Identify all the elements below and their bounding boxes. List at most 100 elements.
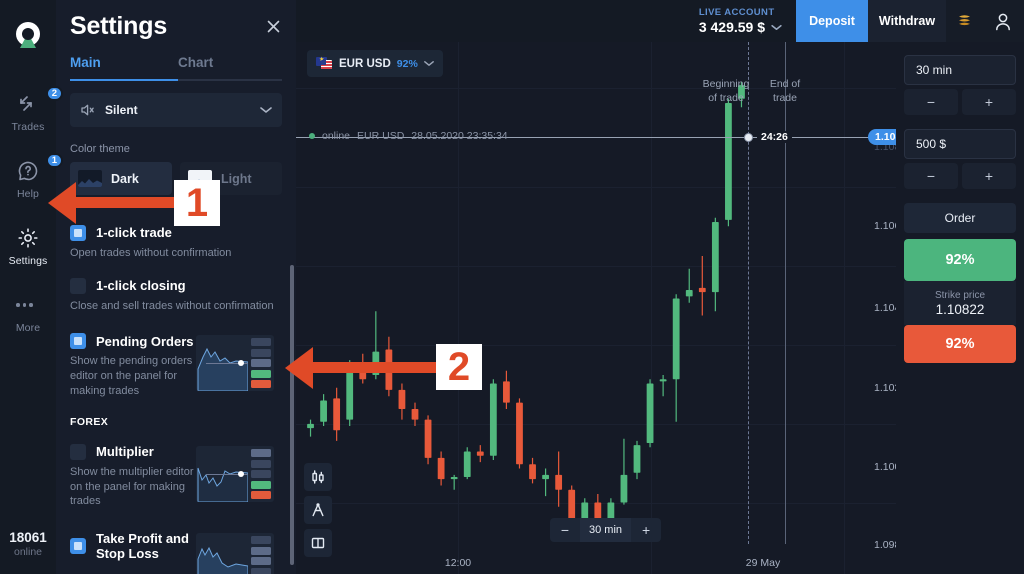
- annotation-number-2: 2: [436, 344, 482, 390]
- option-one-click-trade: 1-click trade Open trades without confir…: [70, 225, 282, 261]
- chart-tools: [304, 463, 332, 562]
- asset-selector[interactable]: EUR USD 92%: [307, 50, 443, 77]
- sound-select[interactable]: Silent: [70, 93, 282, 127]
- sidebar-item-more[interactable]: More: [0, 293, 56, 334]
- quote-status-line: online EUR USD 28.05.2020 23:35:34: [309, 130, 508, 142]
- close-icon[interactable]: [265, 18, 282, 35]
- online-users-counter: 18061 online: [0, 530, 56, 558]
- checkbox-one-click-closing[interactable]: [70, 277, 86, 294]
- theme-option-dark[interactable]: Dark: [70, 162, 172, 195]
- speaker-muted-icon: [80, 103, 96, 117]
- checkbox-pending-orders[interactable]: [70, 333, 86, 350]
- settings-header: Settings: [56, 0, 296, 47]
- withdraw-button[interactable]: Withdraw: [868, 0, 946, 42]
- quote-time: 28.05.2020 23:35:34: [411, 130, 508, 142]
- color-theme-label: Color theme: [70, 143, 130, 155]
- strike-price-box: Strike price 1.10822: [904, 281, 1016, 325]
- current-price-marker: [744, 133, 753, 142]
- option-title: 1-click closing: [96, 277, 186, 293]
- asset-payout: 92%: [396, 57, 418, 70]
- option-take-profit-stop-loss: Take Profit and Stop Loss: [70, 531, 282, 574]
- trade-countdown: 24:26: [757, 131, 792, 143]
- deposit-button[interactable]: Deposit: [796, 0, 868, 42]
- eur-usd-flag-icon: [316, 56, 333, 70]
- duration-increase-button[interactable]: +: [962, 89, 1016, 115]
- page-title: Settings: [70, 12, 168, 40]
- indicators-compass-icon[interactable]: [304, 496, 332, 524]
- option-title: 1-click trade: [96, 225, 172, 241]
- account-type-label: LIVE ACCOUNT: [698, 7, 775, 18]
- trades-arrows-icon: [16, 92, 40, 116]
- option-multiplier: Multiplier Show the multiplier editor on…: [70, 444, 282, 509]
- sell-down-button[interactable]: 92%: [904, 325, 1016, 363]
- option-pending-orders: Pending Orders Show the pending orders e…: [70, 333, 282, 398]
- online-label: online: [13, 546, 43, 558]
- option-title: Pending Orders: [96, 333, 194, 349]
- amount-stepper: − +: [904, 163, 1016, 189]
- account-balance: 3 429.59 $: [699, 19, 782, 35]
- account-balance-selector[interactable]: LIVE ACCOUNT 3 429.59 $: [699, 7, 782, 35]
- theme-label-light: Light: [221, 171, 252, 186]
- sidebar-label-settings: Settings: [8, 255, 48, 267]
- ellipsis-icon: [16, 293, 40, 317]
- x-axis: 12:00 29 May: [296, 548, 896, 574]
- candlestick-type-icon[interactable]: [304, 463, 332, 491]
- chevron-down-icon: [771, 24, 782, 31]
- sidebar-item-trades[interactable]: 2 Trades: [0, 86, 63, 133]
- end-of-trade-label: End of trade: [769, 78, 801, 104]
- take-profit-preview-icon: [196, 533, 274, 574]
- annotation-number-1: 1: [174, 180, 220, 226]
- duration-input[interactable]: 30 min: [904, 55, 1016, 85]
- tab-main[interactable]: Main: [70, 55, 178, 79]
- strike-price-label: Strike price: [934, 289, 985, 301]
- checkbox-one-click-trade[interactable]: [70, 225, 86, 241]
- option-desc: Open trades without confirmation: [70, 247, 232, 259]
- multiplier-preview-icon: [196, 446, 274, 503]
- chevron-down-icon: [260, 106, 272, 114]
- strike-price-value: 1.10822: [935, 301, 985, 317]
- buy-up-button[interactable]: 92%: [904, 239, 1016, 281]
- tab-chart[interactable]: Chart: [178, 55, 213, 79]
- asset-name: EUR USD: [339, 57, 391, 70]
- duration-stepper: − +: [904, 89, 1016, 115]
- online-count: 18061: [9, 530, 47, 545]
- timeframe-increase-button[interactable]: +: [631, 518, 661, 542]
- sidebar-label-help: Help: [17, 188, 39, 200]
- sidebar-item-settings[interactable]: Settings: [0, 226, 56, 267]
- order-button[interactable]: Order: [904, 203, 1016, 233]
- balance-amount: 3 429.59 $: [698, 19, 765, 35]
- left-nav-rail: 2 Trades 1 Help Settings More 18061 onli…: [0, 0, 63, 574]
- price-chart[interactable]: EUR USD 92% online EUR USD 28.05.2020 23…: [296, 42, 896, 574]
- quote-status: online: [322, 130, 351, 142]
- timeframe-value: 30 min: [580, 518, 632, 542]
- candlestick-series: [307, 81, 745, 541]
- duration-decrease-button[interactable]: −: [904, 89, 958, 115]
- option-title: Multiplier: [96, 444, 154, 460]
- pending-orders-preview-icon: [196, 335, 274, 392]
- timeframe-control: − 30 min +: [550, 518, 662, 542]
- olymp-logo-icon: [13, 20, 43, 50]
- gear-icon: [16, 226, 40, 250]
- dark-theme-preview-icon: [78, 170, 102, 187]
- timeframe-decrease-button[interactable]: −: [550, 518, 580, 542]
- option-one-click-closing: 1-click closing Close and sell trades wi…: [70, 277, 282, 314]
- quote-asset: EUR USD: [357, 130, 405, 142]
- settings-panel: Settings Main Chart Silent Color theme D…: [56, 0, 296, 574]
- sidebar-label-trades: Trades: [11, 121, 45, 133]
- beginning-of-trade-line: [748, 42, 749, 544]
- split-view-icon[interactable]: [304, 529, 332, 557]
- trade-panel: 30 min − + 500 $ − + Order 92% Strike pr…: [896, 42, 1024, 574]
- amount-input[interactable]: 500 $: [904, 129, 1016, 159]
- checkbox-multiplier[interactable]: [70, 444, 86, 461]
- settings-scrollbar[interactable]: [290, 265, 294, 565]
- amount-decrease-button[interactable]: −: [904, 163, 958, 189]
- user-avatar-icon[interactable]: [982, 0, 1024, 42]
- amount-increase-button[interactable]: +: [962, 163, 1016, 189]
- theme-label-dark: Dark: [111, 171, 139, 186]
- trades-badge: 2: [45, 86, 63, 101]
- checkbox-take-profit-stop-loss[interactable]: [70, 538, 86, 555]
- option-desc: Show the multiplier editor on the panel …: [70, 466, 194, 508]
- tier-badge-icon[interactable]: [946, 0, 982, 42]
- help-question-icon: [16, 159, 40, 183]
- sidebar-label-more: More: [15, 322, 41, 334]
